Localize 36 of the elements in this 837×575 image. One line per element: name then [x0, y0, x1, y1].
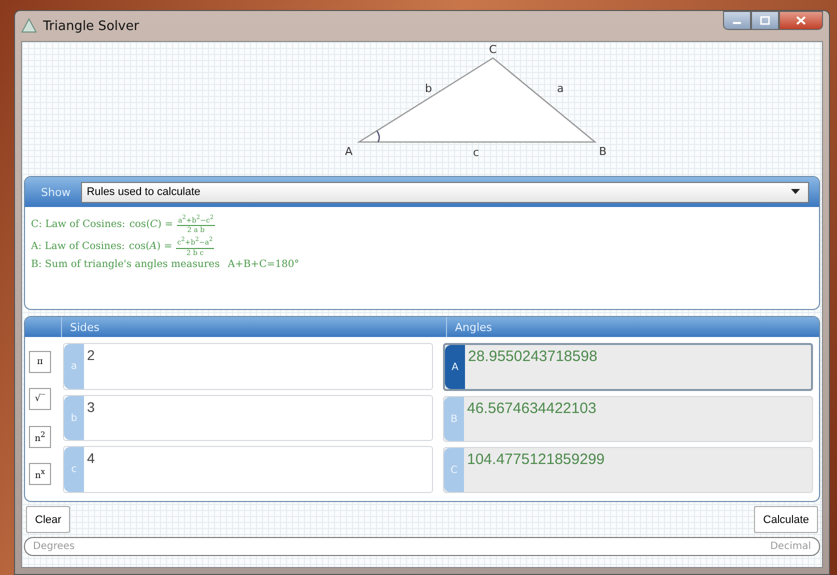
- math-key[interactable]: n$^{x}$: [29, 463, 51, 486]
- triangle-app-icon: [21, 18, 37, 34]
- side-label: a: [557, 82, 564, 95]
- close-button[interactable]: [779, 11, 823, 30]
- math-key[interactable]: π: [29, 350, 51, 373]
- rule-label: A: Law of Cosines:: [31, 241, 125, 252]
- math-key[interactable]: n$^{2}$: [29, 426, 51, 448]
- show-dropdown[interactable]: Rules used to calculate: [80, 182, 809, 202]
- clear-button[interactable]: Clear: [26, 506, 70, 533]
- dropdown-arrow-icon: [791, 189, 800, 195]
- number-format-label: Decimal: [770, 541, 811, 552]
- calculate-button[interactable]: Calculate: [754, 506, 818, 533]
- math-key[interactable]: √‾: [29, 388, 51, 410]
- side-label: b: [425, 82, 432, 95]
- rule-label: B: Sum of triangle's angles measures: [31, 258, 220, 270]
- side-label: c: [473, 146, 480, 159]
- close-icon: [796, 16, 806, 25]
- rule-label: C: Law of Cosines:: [31, 219, 126, 230]
- vertex-label: C: [489, 43, 497, 56]
- column-header: Angles: [454, 320, 494, 336]
- rule-formula: cos(A) =: [128, 241, 172, 252]
- rule-formula: cos(C) =: [129, 219, 174, 230]
- angle-field[interactable]: A 28.9550243718598: [443, 343, 813, 391]
- rule-formula: A+B+C=180°: [228, 258, 300, 270]
- maximize-icon: [760, 16, 770, 25]
- minimize-button[interactable]: [723, 11, 751, 30]
- vertex-label: A: [345, 145, 353, 158]
- side-field[interactable]: c 4: [63, 446, 433, 494]
- angle-unit-label: Degrees: [33, 541, 75, 552]
- maximize-button[interactable]: [751, 11, 779, 30]
- side-field[interactable]: b 3: [63, 394, 433, 442]
- show-label: Show: [41, 186, 71, 198]
- vertex-label: B: [599, 145, 607, 158]
- side-field[interactable]: a 2: [63, 343, 433, 390]
- column-header: Sides: [62, 317, 447, 337]
- window-title: Triangle Solver: [43, 18, 140, 34]
